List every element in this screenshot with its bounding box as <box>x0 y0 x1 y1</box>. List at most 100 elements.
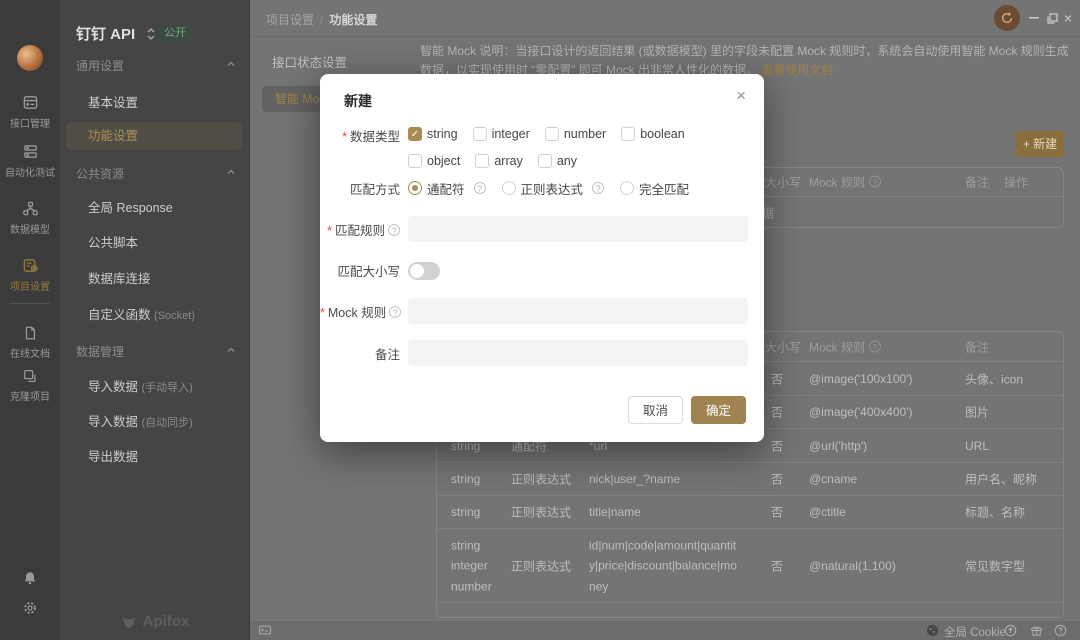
radio-selected-icon[interactable] <box>408 181 422 195</box>
sidebar-item-feature-settings[interactable]: 功能设置 <box>88 126 138 146</box>
window-close-button[interactable]: × <box>1060 10 1076 26</box>
cancel-button[interactable]: 取消 <box>628 396 683 424</box>
breadcrumb-current: 功能设置 <box>329 13 377 27</box>
cookie-icon <box>926 624 939 637</box>
match-case-label: 匹配大小写 <box>320 261 400 280</box>
form-row-remark: 备注 <box>320 340 764 366</box>
ok-button[interactable]: 确定 <box>691 396 746 424</box>
project-switcher-updown-icon[interactable] <box>146 27 156 41</box>
whats-new-button[interactable] <box>1030 624 1043 637</box>
apifox-logo-text: Apifox <box>143 613 190 630</box>
rail-item-data-models[interactable]: 数据模型 <box>0 200 60 236</box>
help-icon[interactable] <box>592 182 604 194</box>
match-rule-input[interactable] <box>408 216 748 242</box>
match-case-toggle[interactable] <box>408 262 440 280</box>
help-icon <box>1054 624 1067 637</box>
close-icon[interactable]: × <box>736 86 746 106</box>
type-option-any[interactable]: any <box>538 151 577 171</box>
help-icon[interactable] <box>388 224 400 236</box>
form-row-mock-rule: *Mock 规则 <box>320 298 764 324</box>
window-minimize-button[interactable] <box>1026 10 1042 26</box>
radio-icon[interactable] <box>620 181 634 195</box>
sidebar-item-public-script[interactable]: 公共脚本 <box>88 233 138 253</box>
help-icon[interactable] <box>389 306 401 318</box>
table-row[interactable]: string 正则表达式 title|name 否 @ctitle 标题、名称 <box>437 495 1063 528</box>
bell-icon <box>22 570 38 586</box>
sidebar-item-custom-function[interactable]: 自定义函数 (Socket) <box>88 305 195 325</box>
sidebar-item-basic-settings[interactable]: 基本设置 <box>88 93 138 113</box>
sync-button[interactable] <box>994 5 1020 31</box>
rail-item-label: 克隆项目 <box>10 388 50 403</box>
mock-rule-input[interactable] <box>408 298 748 324</box>
upgrade-button[interactable] <box>1004 624 1017 637</box>
window-restore-button[interactable] <box>1044 10 1060 26</box>
rail-item-label: 接口管理 <box>10 115 50 130</box>
rail-item-project-settings[interactable]: 项目设置 <box>0 257 60 293</box>
checkbox-icon[interactable] <box>538 154 552 168</box>
sidebar-section-data-management[interactable]: 数据管理 <box>76 343 124 360</box>
sidebar-section-general[interactable]: 通用设置 <box>76 57 124 74</box>
checkbox-checked-icon[interactable]: ✓ <box>408 127 422 141</box>
table-row-partial <box>437 602 1063 618</box>
type-option-boolean[interactable]: boolean <box>621 124 685 144</box>
help-icon[interactable] <box>869 176 881 188</box>
new-rule-button[interactable]: + 新建 <box>1016 131 1064 157</box>
checkbox-icon[interactable] <box>475 154 489 168</box>
docs-link[interactable]: 查看使用文档 <box>761 63 833 77</box>
checkbox-icon[interactable] <box>408 154 422 168</box>
sidebar-item-import-manual[interactable]: 导入数据 (手动导入) <box>88 377 193 397</box>
sidebar-item-global-response[interactable]: 全局 Response <box>88 198 173 218</box>
col-mock-rule: Mock 规则 <box>809 174 881 191</box>
sidebar-item-export-data[interactable]: 导出数据 <box>88 447 138 467</box>
global-cookie-button[interactable] <box>926 624 939 637</box>
rail-item-label: 项目设置 <box>10 278 50 293</box>
col-mock-rule: Mock 规则 <box>809 338 881 355</box>
console-icon <box>258 623 272 637</box>
sidebar-section-public-resources[interactable]: 公共资源 <box>76 165 124 182</box>
sidebar-item-db-connection[interactable]: 数据库连接 <box>88 269 151 289</box>
clone-project-icon <box>22 368 38 384</box>
help-icon[interactable] <box>474 182 486 194</box>
type-option-string[interactable]: ✓string <box>408 124 458 144</box>
modal-footer: 取消 确定 <box>628 396 746 424</box>
checkbox-icon[interactable] <box>545 127 559 141</box>
table-row[interactable]: string integer number 正则表达式 id|num|code|… <box>437 528 1063 602</box>
rail-item-online-docs[interactable]: 在线文档 <box>0 325 60 360</box>
rail-item-clone-project[interactable]: 克隆项目 <box>0 368 60 403</box>
radio-icon[interactable] <box>502 181 516 195</box>
remark-input[interactable] <box>408 340 748 366</box>
help-icon[interactable] <box>869 340 881 352</box>
required-asterisk: * <box>320 306 325 320</box>
mode-option-regex[interactable]: 正则表达式 <box>502 178 584 198</box>
type-option-object[interactable]: object <box>408 151 460 171</box>
global-cookie-label[interactable]: 全局 Cookie <box>944 624 1006 640</box>
data-models-icon <box>22 200 39 217</box>
checkbox-icon[interactable] <box>473 127 487 141</box>
notifications-bell-button[interactable] <box>22 570 38 586</box>
settings-gear-button[interactable] <box>22 600 38 616</box>
col-remark: 备注 <box>965 174 989 191</box>
apifox-logo: Apifox <box>60 613 250 630</box>
type-option-integer[interactable]: integer <box>473 124 530 144</box>
console-button[interactable] <box>258 623 272 637</box>
api-status-settings-label: 接口状态设置 <box>272 52 347 71</box>
modal-title: 新建 <box>344 91 372 111</box>
table-row[interactable]: string 正则表达式 nick|user_?name 否 @cname 用户… <box>437 462 1063 495</box>
rail-item-api-management[interactable]: 接口管理 <box>0 94 60 130</box>
chevron-up-icon[interactable] <box>226 59 236 69</box>
help-button[interactable] <box>1054 624 1067 637</box>
mode-option-exact[interactable]: 完全匹配 <box>620 178 689 198</box>
project-title[interactable]: 钉钉 API <box>76 23 135 44</box>
breadcrumb-parent[interactable]: 项目设置 <box>266 13 314 27</box>
sidebar-item-import-sync[interactable]: 导入数据 (自动同步) <box>88 412 193 432</box>
type-option-array[interactable]: array <box>475 151 522 171</box>
type-option-number[interactable]: number <box>545 124 606 144</box>
avatar[interactable] <box>17 45 43 71</box>
mode-option-wildcard[interactable]: 通配符 <box>408 178 465 198</box>
form-row-match-mode: 匹配方式 通配符 正则表达式 完全匹配 <box>320 178 764 198</box>
chevron-up-icon[interactable] <box>226 167 236 177</box>
rail-item-automated-testing[interactable]: 自动化测试 <box>0 143 60 179</box>
checkbox-icon[interactable] <box>621 127 635 141</box>
chevron-up-icon[interactable] <box>226 345 236 355</box>
item-suffix: (自动同步) <box>142 417 193 429</box>
